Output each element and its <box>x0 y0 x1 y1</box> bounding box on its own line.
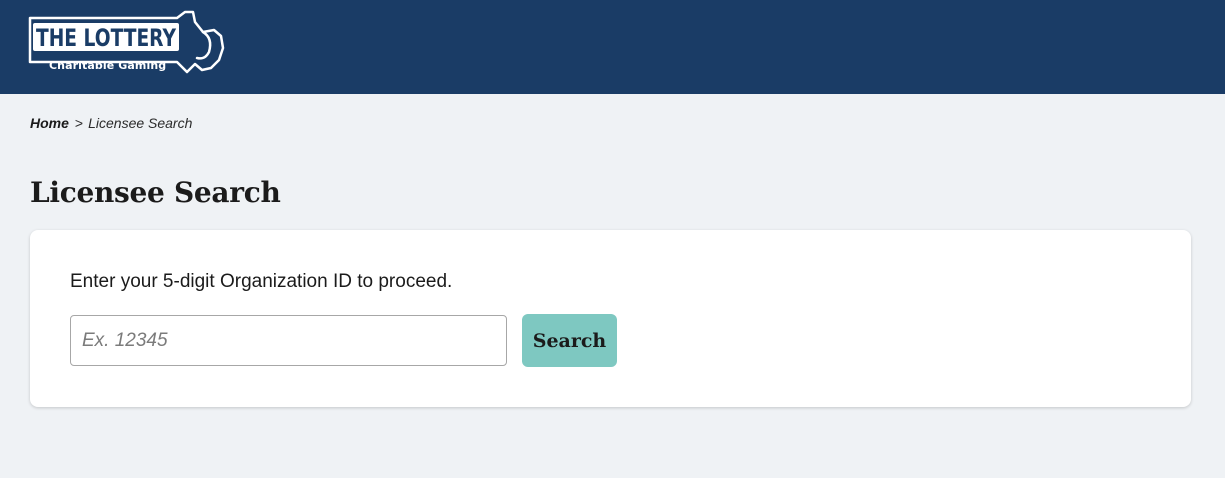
logo-wordmark: THE LOTTERY <box>36 24 176 52</box>
search-card: Enter your 5-digit Organization ID to pr… <box>30 230 1191 407</box>
logo-tagline: Charitable Gaming <box>49 59 167 72</box>
site-header: THE LOTTERY Charitable Gaming <box>0 0 1225 94</box>
breadcrumb-home-link[interactable]: Home <box>30 115 69 131</box>
search-instructions: Enter your 5-digit Organization ID to pr… <box>70 271 453 292</box>
search-button[interactable]: Search <box>522 314 617 367</box>
lottery-logo[interactable]: THE LOTTERY Charitable Gaming <box>27 10 227 76</box>
page-title: Licensee Search <box>30 176 281 209</box>
breadcrumb-current: Licensee Search <box>88 115 193 131</box>
breadcrumb-separator: > <box>74 115 84 131</box>
organization-id-input[interactable] <box>70 315 507 366</box>
breadcrumb: Home > Licensee Search <box>30 115 192 131</box>
